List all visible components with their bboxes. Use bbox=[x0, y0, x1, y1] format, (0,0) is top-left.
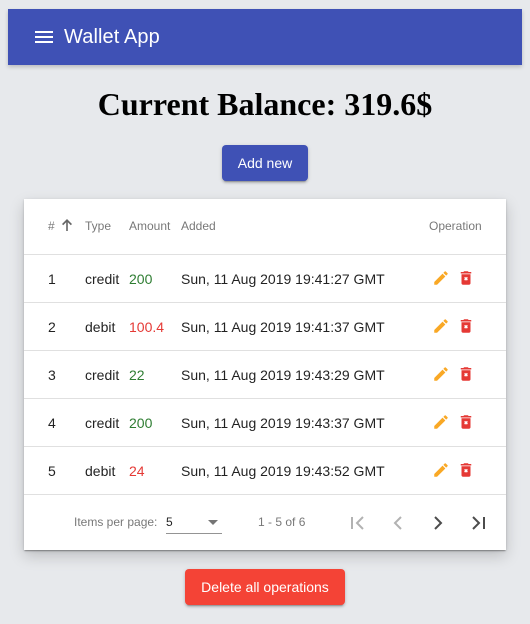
table-row: 2 debit 100.4 Sun, 11 Aug 2019 19:41:37 GMT bbox=[24, 303, 506, 351]
row-index: 2 bbox=[48, 319, 56, 335]
table-row: 5 debit 24 Sun, 11 Aug 2019 19:43:52 GMT bbox=[24, 447, 506, 495]
page-range-label: 1 - 5 of 6 bbox=[258, 515, 306, 529]
row-type: debit bbox=[85, 463, 116, 479]
row-type: credit bbox=[85, 367, 120, 383]
items-per-page-value: 5 bbox=[166, 515, 173, 529]
chevron-down-icon bbox=[208, 520, 218, 525]
table-row: 1 credit 200 Sun, 11 Aug 2019 19:41:27 GMT bbox=[24, 255, 506, 303]
pencil-icon[interactable] bbox=[431, 460, 451, 480]
items-per-page-label: Items per page: bbox=[74, 515, 158, 529]
column-header-added[interactable]: Added bbox=[181, 219, 216, 233]
row-index: 5 bbox=[48, 463, 56, 479]
pencil-icon[interactable] bbox=[431, 364, 451, 384]
row-index: 4 bbox=[48, 415, 56, 431]
row-added: Sun, 11 Aug 2019 19:43:37 GMT bbox=[181, 415, 385, 431]
row-index: 1 bbox=[48, 271, 56, 287]
last-page-icon[interactable] bbox=[465, 510, 491, 536]
column-header-amount[interactable]: Amount bbox=[129, 219, 170, 233]
column-header-type[interactable]: Type bbox=[85, 219, 111, 233]
pencil-icon[interactable] bbox=[431, 316, 451, 336]
trash-icon[interactable] bbox=[456, 412, 476, 432]
table-row: 3 credit 22 Sun, 11 Aug 2019 19:43:29 GMT bbox=[24, 351, 506, 399]
arrow-up-icon[interactable] bbox=[60, 218, 74, 232]
operations-table-card: # Type Amount Added Operation 1 credit 200… bbox=[24, 199, 506, 550]
app-toolbar: Wallet App bbox=[8, 9, 522, 65]
trash-icon[interactable] bbox=[456, 268, 476, 288]
row-type: credit bbox=[85, 271, 120, 287]
trash-icon[interactable] bbox=[456, 460, 476, 480]
items-per-page-select[interactable]: 5 bbox=[166, 510, 222, 534]
paginator: Items per page: 5 1 - 5 of 6 bbox=[24, 498, 506, 550]
first-page-icon[interactable] bbox=[345, 510, 371, 536]
row-index: 3 bbox=[48, 367, 56, 383]
row-amount: 22 bbox=[129, 367, 145, 383]
app-title: Wallet App bbox=[64, 25, 160, 48]
column-header-operation: Operation bbox=[429, 219, 482, 233]
menu-icon[interactable] bbox=[32, 25, 56, 49]
trash-icon[interactable] bbox=[456, 316, 476, 336]
column-header-index[interactable]: # bbox=[48, 219, 55, 233]
row-added: Sun, 11 Aug 2019 19:41:37 GMT bbox=[181, 319, 385, 335]
previous-page-icon[interactable] bbox=[385, 510, 411, 536]
row-amount: 200 bbox=[129, 415, 153, 431]
row-added: Sun, 11 Aug 2019 19:41:27 GMT bbox=[181, 271, 385, 287]
table-row: 4 credit 200 Sun, 11 Aug 2019 19:43:37 GMT bbox=[24, 399, 506, 447]
pencil-icon[interactable] bbox=[431, 412, 451, 432]
delete-all-operations-button[interactable]: Delete all operations bbox=[185, 569, 345, 605]
row-added: Sun, 11 Aug 2019 19:43:52 GMT bbox=[181, 463, 385, 479]
row-type: credit bbox=[85, 415, 120, 431]
add-new-button[interactable]: Add new bbox=[222, 145, 308, 181]
current-balance: Current Balance: 319.6$ bbox=[97, 86, 433, 122]
row-type: debit bbox=[85, 319, 116, 335]
row-amount: 200 bbox=[129, 271, 153, 287]
pencil-icon[interactable] bbox=[431, 268, 451, 288]
trash-icon[interactable] bbox=[456, 364, 476, 384]
next-page-icon[interactable] bbox=[425, 510, 451, 536]
row-added: Sun, 11 Aug 2019 19:43:29 GMT bbox=[181, 367, 385, 383]
table-header-row: # Type Amount Added Operation bbox=[24, 199, 506, 255]
row-amount: 24 bbox=[129, 463, 145, 479]
row-amount: 100.4 bbox=[129, 319, 165, 335]
